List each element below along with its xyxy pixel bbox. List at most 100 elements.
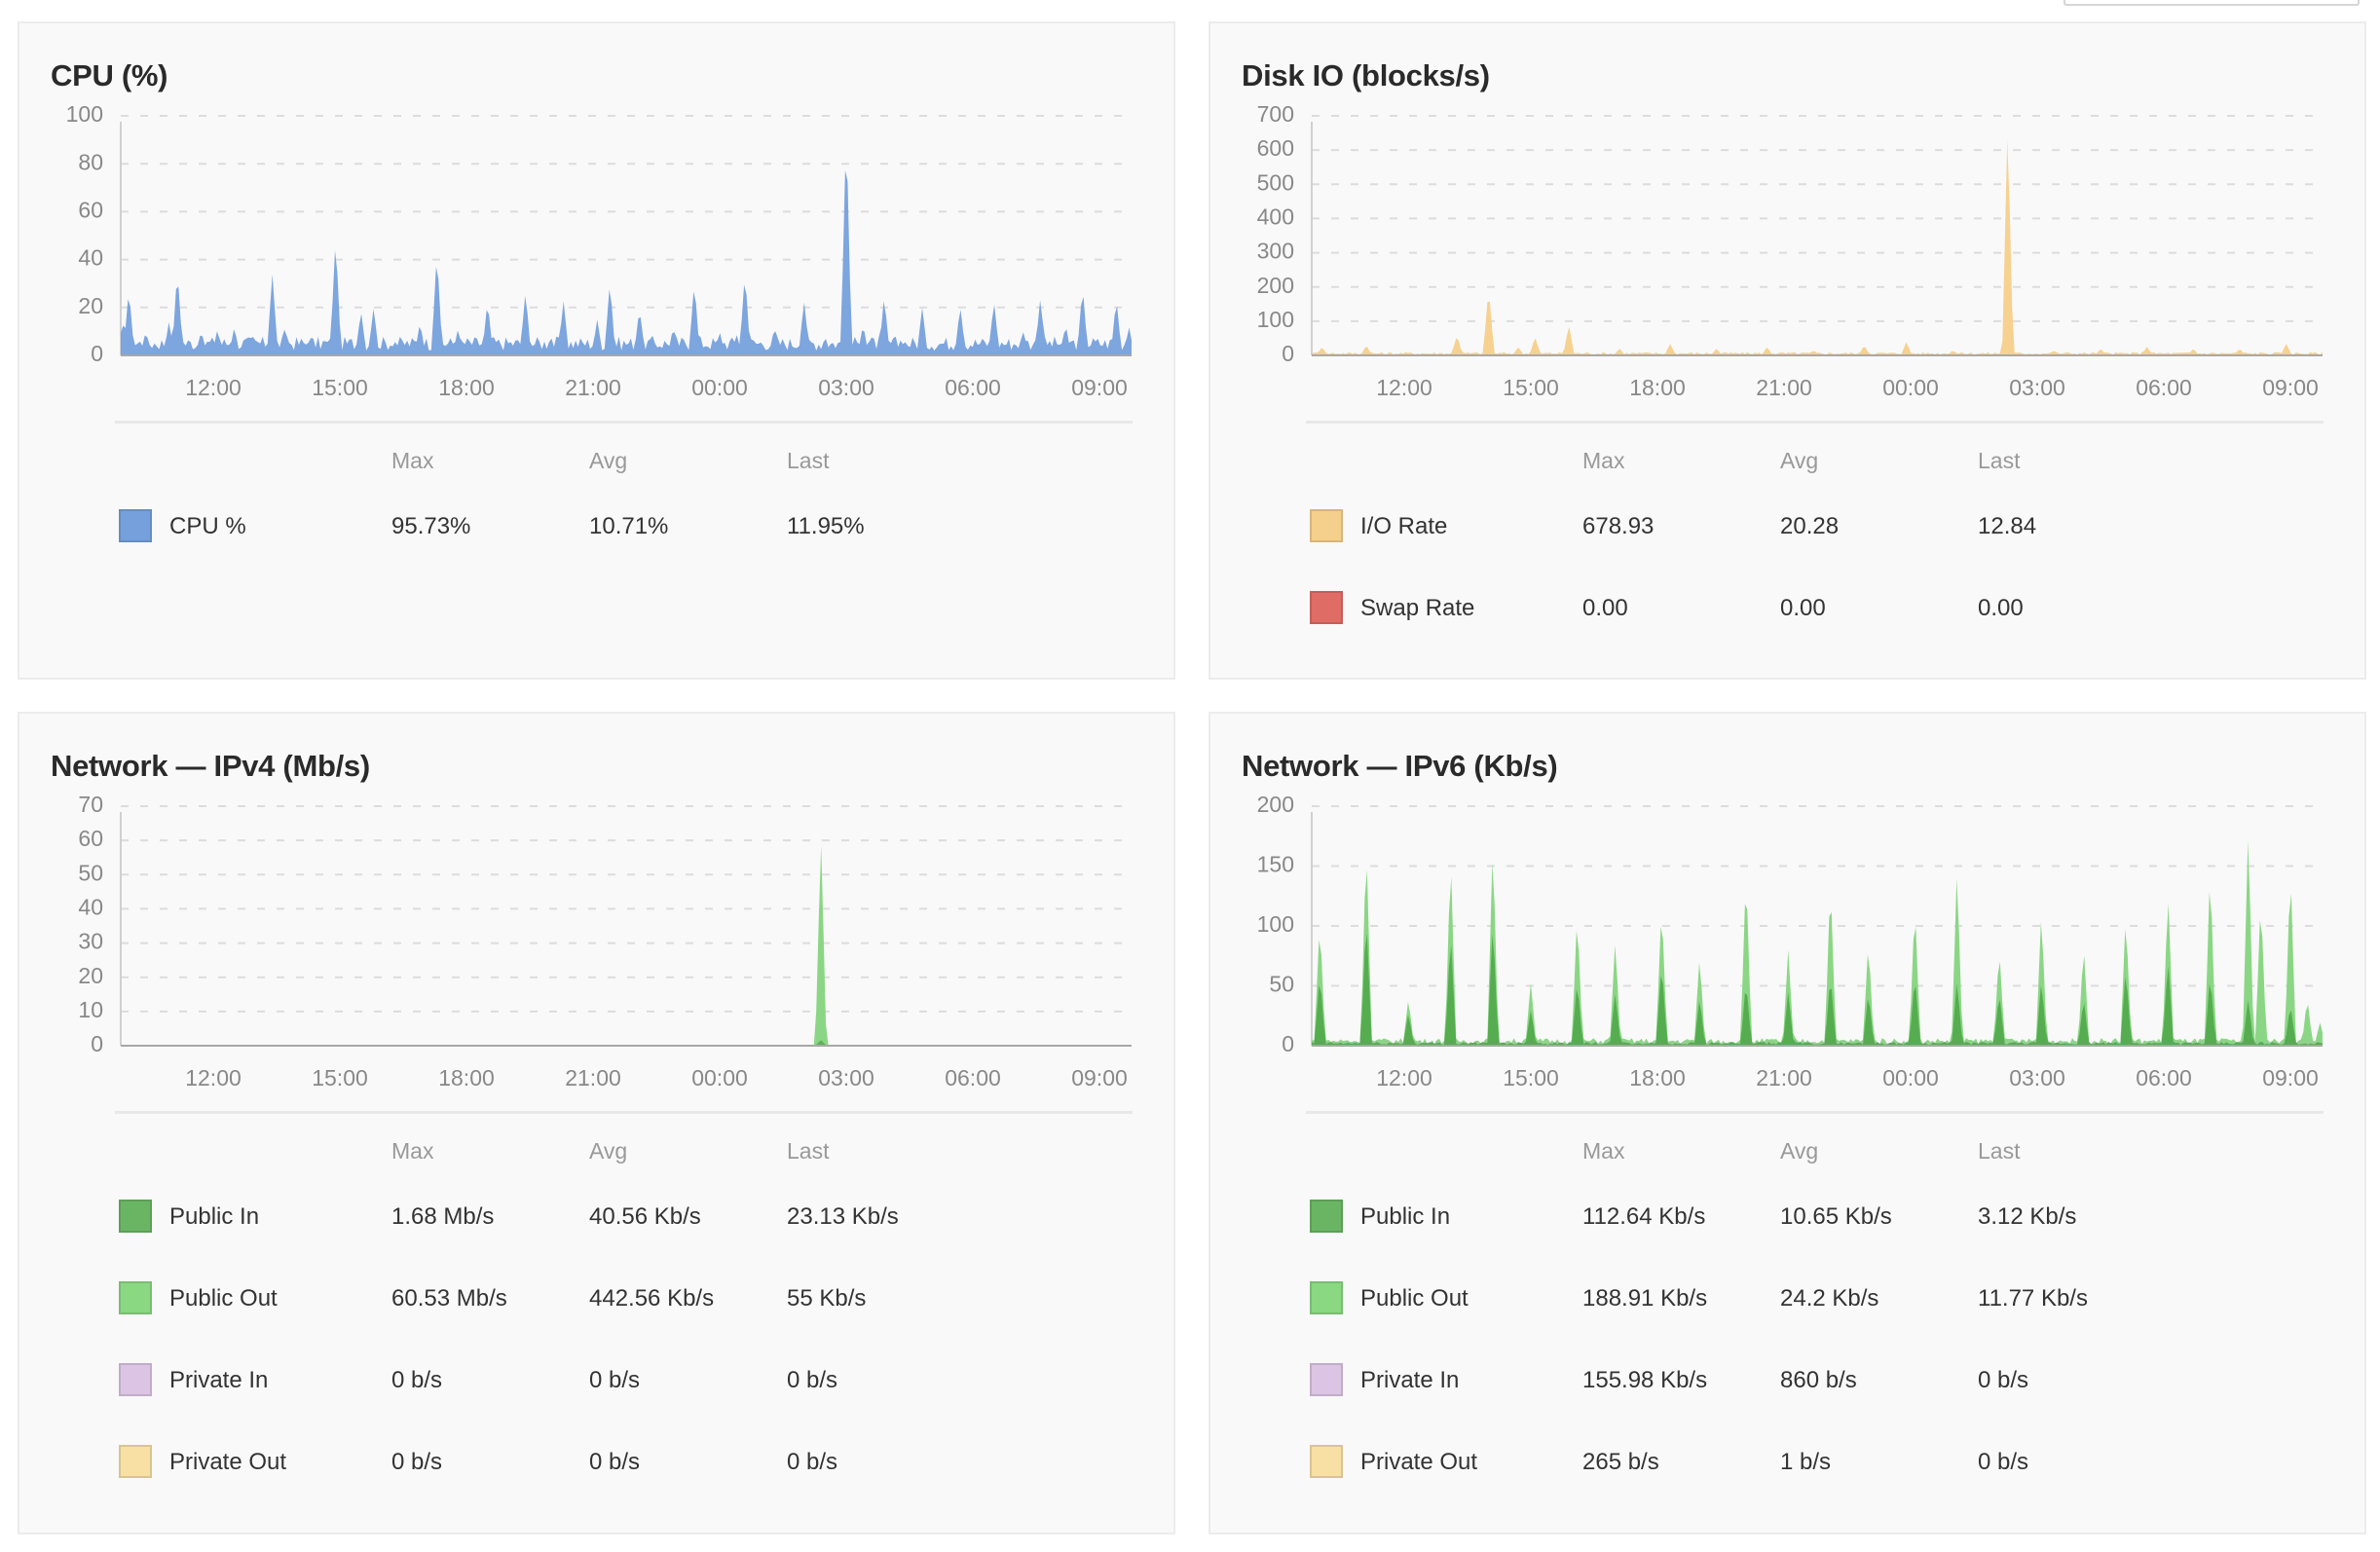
y-tick-label: 150 (1257, 852, 1294, 877)
legend-swatch (119, 1445, 152, 1478)
legend-series-name: Public In (169, 1203, 260, 1230)
x-tick-label: 21:00 (1756, 1065, 1812, 1090)
y-tick-label: 20 (78, 293, 103, 318)
legend-series-name: Private Out (1360, 1449, 1478, 1475)
y-tick-label: 50 (78, 860, 103, 885)
y-tick-label: 700 (1257, 101, 1294, 127)
legend-series-name: Swap Rate (1360, 595, 1475, 621)
y-tick-label: 70 (78, 792, 103, 817)
legend-max-value: 155.98 Kb/s (1582, 1367, 1708, 1393)
x-tick-label: 03:00 (818, 1065, 874, 1090)
legend-divider (1306, 1111, 2324, 1114)
legend-divider (115, 421, 1133, 424)
disk-io-panel: Disk IO (blocks/s) 0 100 200 300 400 500 600 70… (1209, 21, 2366, 680)
x-tick-label: 12:00 (1376, 1065, 1432, 1090)
legend-swatch (119, 1281, 152, 1314)
legend-header-avg: Avg (1780, 448, 1819, 473)
legend-row[interactable]: I/O Rate 678.93 20.28 12.84 (1210, 507, 2364, 546)
y-tick-label: 0 (91, 341, 103, 366)
x-tick-label: 15:00 (1503, 1065, 1559, 1090)
legend-series-name: I/O Rate (1360, 513, 1448, 539)
y-tick-label: 30 (78, 929, 103, 954)
legend-row[interactable]: Public In 112.64 Kb/s 10.65 Kb/s 3.12 Kb/s (1210, 1198, 2364, 1237)
series-area-cpu- (121, 169, 1132, 355)
legend-header-last: Last (1978, 448, 2021, 473)
y-tick-label: 500 (1257, 169, 1294, 195)
x-tick-label: 12:00 (1376, 375, 1432, 400)
y-tick-label: 80 (78, 149, 103, 174)
legend-avg-value: 442.56 Kb/s (589, 1285, 715, 1312)
legend-swatch (1310, 1200, 1343, 1233)
legend-divider (115, 1111, 1133, 1114)
legend-row[interactable]: Private Out 0 b/s 0 b/s 0 b/s (19, 1443, 1173, 1482)
cpu-panel: CPU (%) 0 20 40 60 80 100 12:00 15:00 18:00 21:00… (18, 21, 1175, 680)
y-tick-label: 40 (78, 895, 103, 920)
legend-max-value: 678.93 (1582, 513, 1655, 539)
x-tick-label: 18:00 (438, 375, 495, 400)
x-tick-label: 18:00 (1629, 1065, 1686, 1090)
legend-avg-value: 40.56 Kb/s (589, 1203, 701, 1230)
x-tick-label: 00:00 (691, 375, 748, 400)
x-tick-label: 03:00 (818, 375, 874, 400)
x-tick-label: 21:00 (565, 375, 621, 400)
x-tick-label: 15:00 (312, 375, 368, 400)
x-tick-label: 06:00 (945, 375, 1001, 400)
legend-max-value: 265 b/s (1582, 1449, 1659, 1475)
y-tick-label: 40 (78, 245, 103, 271)
y-tick-label: 0 (1282, 1031, 1294, 1056)
legend-max-value: 0.00 (1582, 595, 1628, 621)
cpu-chart: 0 20 40 60 80 100 12:00 15:00 18:00 21:00 00:00 03:… (66, 101, 1132, 400)
legend-last-value: 0 b/s (787, 1449, 838, 1475)
y-tick-label: 50 (1269, 972, 1294, 997)
x-tick-label: 03:00 (2009, 1065, 2065, 1090)
legend-swatch (1310, 1445, 1343, 1478)
time-range-select[interactable] (2064, 0, 2360, 6)
x-tick-label: 12:00 (185, 375, 242, 400)
ipv4-chart: 0 10 20 30 40 50 60 70 12:00 15:00 18:00 21:00 00:00… (78, 792, 1132, 1090)
legend-avg-value: 0 b/s (589, 1449, 641, 1475)
legend-swatch (1310, 1363, 1343, 1396)
legend-row[interactable]: CPU % 95.73% 10.71% 11.95% (19, 507, 1173, 546)
legend-header-max: Max (391, 448, 434, 473)
y-tick-label: 60 (78, 197, 103, 222)
disk-io-chart: 0 100 200 300 400 500 600 700 12:00 15:00 18:00 21:… (1257, 101, 2323, 400)
legend-series-name: Public Out (1360, 1285, 1469, 1312)
legend-divider (1306, 421, 2324, 424)
y-tick-label: 100 (1257, 911, 1294, 937)
y-tick-label: 100 (1257, 307, 1294, 332)
legend-header-avg: Avg (589, 1138, 628, 1164)
x-tick-label: 06:00 (2136, 375, 2192, 400)
legend-row[interactable]: Public Out 60.53 Mb/s 442.56 Kb/s 55 Kb/s (19, 1279, 1173, 1318)
y-tick-label: 100 (66, 101, 103, 127)
legend-avg-value: 24.2 Kb/s (1780, 1285, 1879, 1312)
x-tick-label: 03:00 (2009, 375, 2065, 400)
legend-row[interactable]: Public Out 188.91 Kb/s 24.2 Kb/s 11.77 Kb/s (1210, 1279, 2364, 1318)
legend-header-last: Last (1978, 1138, 2021, 1164)
series-area-i-o-rate (1312, 140, 2323, 355)
legend-max-value: 60.53 Mb/s (391, 1285, 507, 1312)
legend-series-name: Private In (169, 1367, 269, 1393)
legend-avg-value: 10.65 Kb/s (1780, 1203, 1892, 1230)
x-tick-label: 18:00 (438, 1065, 495, 1090)
y-tick-label: 20 (78, 963, 103, 988)
legend-max-value: 0 b/s (391, 1367, 443, 1393)
legend-avg-value: 20.28 (1780, 513, 1840, 539)
legend-last-value: 12.84 (1978, 513, 2037, 539)
legend-row[interactable]: Private In 155.98 Kb/s 860 b/s 0 b/s (1210, 1361, 2364, 1400)
legend-row[interactable]: Public In 1.68 Mb/s 40.56 Kb/s 23.13 Kb/s (19, 1198, 1173, 1237)
x-tick-label: 21:00 (565, 1065, 621, 1090)
legend-row[interactable]: Private Out 265 b/s 1 b/s 0 b/s (1210, 1443, 2364, 1482)
legend-row[interactable]: Private In 0 b/s 0 b/s 0 b/s (19, 1361, 1173, 1400)
x-tick-label: 12:00 (185, 1065, 242, 1090)
x-tick-label: 00:00 (691, 1065, 748, 1090)
legend-header-max: Max (1582, 448, 1625, 473)
legend-series-name: Private Out (169, 1449, 287, 1475)
x-tick-label: 15:00 (1503, 375, 1559, 400)
legend-last-value: 11.77 Kb/s (1978, 1285, 2088, 1312)
y-tick-label: 300 (1257, 239, 1294, 264)
legend-max-value: 1.68 Mb/s (391, 1203, 495, 1230)
y-tick-label: 10 (78, 997, 103, 1022)
legend-header-last: Last (787, 448, 830, 473)
legend-row[interactable]: Swap Rate 0.00 0.00 0.00 (1210, 589, 2364, 628)
legend-max-value: 112.64 Kb/s (1582, 1203, 1706, 1230)
